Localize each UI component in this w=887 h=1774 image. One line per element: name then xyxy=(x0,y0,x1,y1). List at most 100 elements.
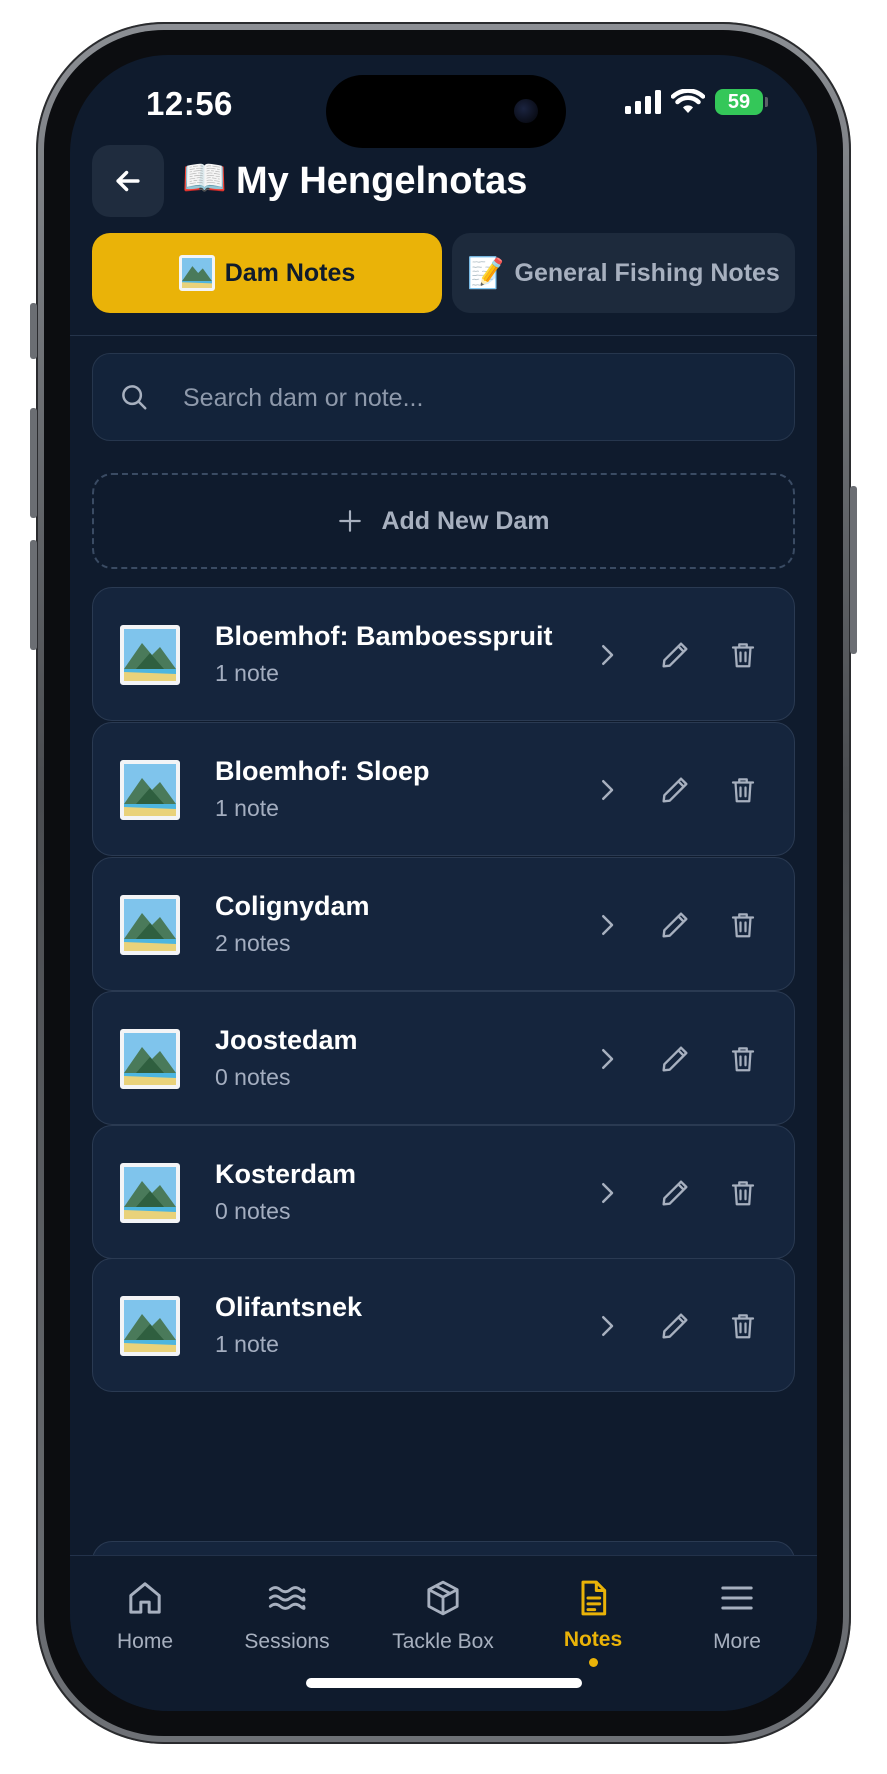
app-screen: 12:56 59 📖 My Hengelnotas Dam Notes 📝 Ge… xyxy=(70,55,817,1711)
edit-dam-button[interactable] xyxy=(653,633,697,677)
menu-icon xyxy=(721,1586,753,1610)
nav-sessions[interactable]: Sessions xyxy=(212,1576,362,1654)
delete-dam-button[interactable] xyxy=(721,1171,765,1215)
page-header: 📖 My Hengelnotas xyxy=(70,145,817,217)
dam-note-count: 1 note xyxy=(215,1331,279,1357)
plus-icon xyxy=(339,510,362,532)
open-dam-button[interactable] xyxy=(585,768,629,812)
delete-dam-button[interactable] xyxy=(721,1304,765,1348)
trash-icon xyxy=(731,1181,755,1206)
dam-card[interactable]: Bloemhof: Bamboesspruit 1 note xyxy=(92,587,795,721)
nav-tackle-box[interactable]: Tackle Box xyxy=(368,1576,518,1654)
tab-label: Dam Notes xyxy=(224,258,356,287)
delete-dam-button[interactable] xyxy=(721,1037,765,1081)
tab-dam-notes[interactable]: Dam Notes xyxy=(92,233,442,313)
trash-icon xyxy=(731,913,755,938)
wifi-icon xyxy=(671,89,705,113)
notes-tabs: Dam Notes 📝 General Fishing Notes xyxy=(92,233,795,313)
pencil-icon xyxy=(662,1046,688,1072)
edit-dam-button[interactable] xyxy=(653,768,697,812)
edit-dam-button[interactable] xyxy=(653,903,697,947)
nav-label: More xyxy=(713,1630,761,1653)
dam-card[interactable]: Joostedam 0 notes xyxy=(92,991,795,1125)
landscape-icon xyxy=(120,895,180,955)
camera-icon xyxy=(514,99,538,123)
tab-label: General Fishing Notes xyxy=(514,258,780,287)
delete-dam-button[interactable] xyxy=(721,903,765,947)
dam-name: Bloemhof: Sloep xyxy=(215,756,430,786)
dam-note-count: 0 notes xyxy=(215,1198,291,1224)
chevron-right-icon xyxy=(602,1183,614,1203)
edit-dam-button[interactable] xyxy=(653,1037,697,1081)
trash-icon xyxy=(731,1047,755,1072)
signal-icon xyxy=(625,90,661,114)
nav-home[interactable]: Home xyxy=(70,1576,220,1654)
chevron-right-icon xyxy=(602,780,614,800)
trash-icon xyxy=(731,643,755,668)
dam-card[interactable]: Bloemhof: Sloep 1 note xyxy=(92,722,795,856)
dynamic-island xyxy=(326,75,566,148)
battery-indicator: 59 xyxy=(715,89,768,115)
arrow-left-icon xyxy=(116,170,140,192)
pencil-icon xyxy=(662,777,688,803)
edit-dam-button[interactable] xyxy=(653,1304,697,1348)
delete-dam-button[interactable] xyxy=(721,633,765,677)
landscape-icon xyxy=(120,625,180,685)
back-button[interactable] xyxy=(92,145,164,217)
waves-icon xyxy=(268,1586,306,1610)
dam-note-count: 2 notes xyxy=(215,930,291,956)
nav-label: Notes xyxy=(563,1628,623,1651)
open-dam-button[interactable] xyxy=(585,633,629,677)
open-dam-button[interactable] xyxy=(585,1037,629,1081)
nav-notes[interactable]: Notes xyxy=(518,1576,668,1667)
dam-note-count: 1 note xyxy=(215,795,279,821)
page-title: My Hengelnotas xyxy=(236,160,528,202)
box-icon xyxy=(427,1580,459,1616)
document-icon xyxy=(581,1580,607,1616)
dam-card[interactable]: Kosterdam 0 notes xyxy=(92,1125,795,1259)
pencil-icon xyxy=(662,1180,688,1206)
open-dam-button[interactable] xyxy=(585,1171,629,1215)
status-time: 12:56 xyxy=(146,85,233,122)
trash-icon xyxy=(731,1314,755,1339)
home-icon xyxy=(129,1582,161,1614)
pencil-icon xyxy=(662,1313,688,1339)
memo-icon: 📝 xyxy=(467,256,505,290)
search-icon xyxy=(122,385,147,410)
volume-down-button xyxy=(30,540,37,650)
dam-card[interactable]: Colignydam 2 notes xyxy=(92,857,795,991)
header-divider xyxy=(70,335,817,336)
dam-name: Olifantsnek xyxy=(215,1292,363,1322)
battery-level: 59 xyxy=(727,90,751,113)
dam-card[interactable]: Olifantsnek 1 note xyxy=(92,1258,795,1392)
nav-label: Home xyxy=(116,1630,174,1653)
dam-name: Joostedam xyxy=(215,1025,358,1055)
dam-note-count: 1 note xyxy=(215,660,279,686)
open-dam-button[interactable] xyxy=(585,1304,629,1348)
add-new-dam-label: Add New Dam xyxy=(381,506,550,535)
chevron-right-icon xyxy=(602,1316,614,1336)
tab-general-fishing-notes[interactable]: 📝 General Fishing Notes xyxy=(452,233,795,313)
dam-name: Bloemhof: Bamboesspruit xyxy=(215,621,553,651)
landscape-icon xyxy=(120,1296,180,1356)
dam-name: Kosterdam xyxy=(215,1159,357,1189)
open-dam-button[interactable] xyxy=(585,903,629,947)
dam-name: Colignydam xyxy=(215,891,370,921)
home-indicator[interactable] xyxy=(306,1678,582,1688)
pencil-icon xyxy=(662,642,688,668)
chevron-right-icon xyxy=(602,915,614,935)
action-button xyxy=(30,303,37,359)
status-icons: 59 xyxy=(625,89,768,115)
chevron-right-icon xyxy=(602,1049,614,1069)
pencil-icon xyxy=(662,912,688,938)
delete-dam-button[interactable] xyxy=(721,768,765,812)
volume-up-button xyxy=(30,408,37,518)
power-button xyxy=(850,486,857,654)
nav-more[interactable]: More xyxy=(662,1576,812,1654)
add-new-dam-button[interactable]: Add New Dam xyxy=(92,473,795,569)
search-input[interactable] xyxy=(181,354,765,442)
edit-dam-button[interactable] xyxy=(653,1171,697,1215)
landscape-icon xyxy=(120,1029,180,1089)
search-bar xyxy=(92,353,795,442)
chevron-right-icon xyxy=(602,645,614,665)
